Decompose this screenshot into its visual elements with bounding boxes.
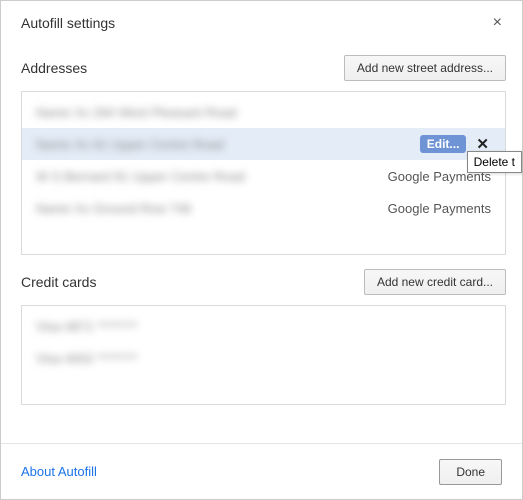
addresses-heading: Addresses (21, 60, 87, 76)
address-label: Name Xx 91 Upper Centre Road (36, 137, 420, 152)
edit-address-button[interactable]: Edit... (420, 135, 467, 153)
addresses-list: Name Xx 294 West Pleasant Road Name Xx 9… (21, 91, 506, 255)
autofill-settings-dialog: Autofill settings × Addresses Add new st… (0, 0, 523, 500)
about-autofill-link[interactable]: About Autofill (21, 464, 97, 479)
scroll-spacer (21, 415, 506, 443)
card-label: Visa 4871 ******** (36, 319, 491, 334)
address-label: Name Xx Ground Row 746 (36, 201, 388, 216)
address-label: Name Xx 294 West Pleasant Road (36, 105, 491, 120)
addresses-section-header: Addresses Add new street address... (21, 55, 506, 81)
address-row[interactable]: Name Xx Ground Row 746 Google Payments (22, 192, 505, 224)
add-card-button[interactable]: Add new credit card... (364, 269, 506, 295)
dialog-title: Autofill settings (21, 15, 115, 31)
cards-heading: Credit cards (21, 274, 96, 290)
add-address-button[interactable]: Add new street address... (344, 55, 506, 81)
dialog-header: Autofill settings × (1, 1, 522, 37)
address-row[interactable]: W S Bernard 91 Upper Centre Road Google … (22, 160, 505, 192)
close-icon[interactable]: × (489, 15, 506, 31)
address-row[interactable]: Name Xx 91 Upper Centre Road Edit... ✕ (22, 128, 505, 160)
done-button[interactable]: Done (439, 459, 502, 485)
dialog-footer: About Autofill Done (1, 443, 522, 499)
dialog-content-scroll[interactable]: Addresses Add new street address... Name… (1, 41, 522, 443)
address-row[interactable]: Name Xx 294 West Pleasant Road (22, 96, 505, 128)
card-label: Visa 4002 ******** (36, 351, 491, 366)
cards-list: Visa 4871 ******** Visa 4002 ******** (21, 305, 506, 405)
address-label: W S Bernard 91 Upper Centre Road (36, 169, 388, 184)
card-row[interactable]: Visa 4871 ******** (22, 310, 505, 342)
card-row[interactable]: Visa 4002 ******** (22, 342, 505, 374)
address-source: Google Payments (388, 201, 491, 216)
delete-tooltip: Delete t (467, 151, 522, 173)
cards-section-header: Credit cards Add new credit card... (21, 269, 506, 295)
